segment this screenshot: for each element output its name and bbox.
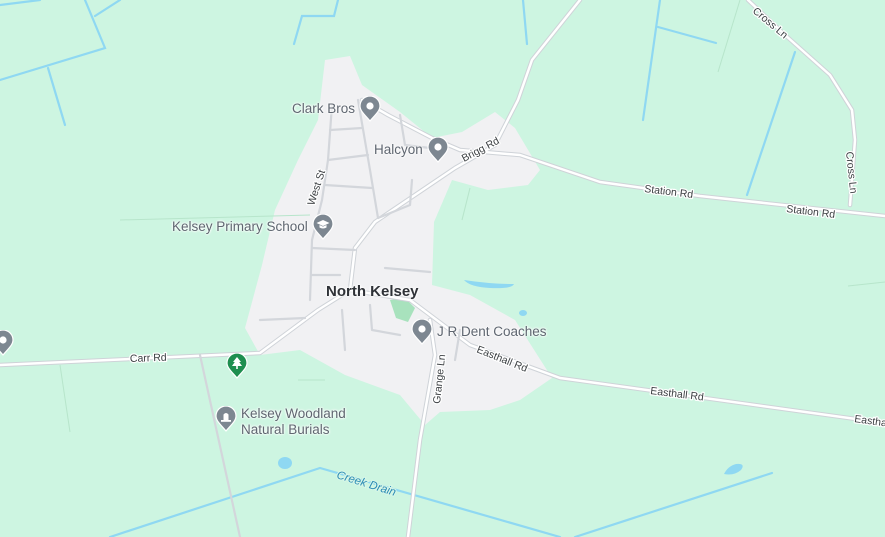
pond	[278, 457, 292, 469]
map-pin-icon	[359, 96, 381, 122]
map-pin-icon	[411, 319, 433, 345]
poi-label: Halcyon	[374, 142, 423, 157]
map-canvas[interactable]: Cross Ln Cross Ln Brigg Rd Station Rd St…	[0, 0, 885, 537]
land-area	[0, 0, 885, 537]
poi-label: Kelsey Woodland Natural Burials	[241, 406, 346, 437]
poi-jr-dent-coaches[interactable]: J R Dent Coaches	[411, 319, 547, 345]
poi-label: J R Dent Coaches	[437, 324, 547, 339]
pond	[519, 310, 527, 316]
place-label-north-kelsey[interactable]: North Kelsey	[326, 283, 419, 300]
map-pin-icon	[427, 137, 449, 163]
map-base-layer: Cross Ln Cross Ln Brigg Rd Station Rd St…	[0, 0, 885, 537]
poi-park[interactable]	[226, 353, 248, 379]
poi-kelsey-woodland-natural-burials[interactable]: Kelsey Woodland Natural Burials	[215, 406, 346, 438]
poi-clark-bros[interactable]: Clark Bros	[292, 96, 381, 122]
cemetery-icon	[215, 406, 237, 432]
road-label-carr-rd: Carr Rd	[130, 352, 167, 365]
map-pin-icon	[0, 330, 14, 356]
poi-offscreen-left[interactable]	[0, 330, 14, 356]
poi-kelsey-primary-school[interactable]: Kelsey Primary School	[172, 214, 334, 240]
park-tree-icon	[226, 353, 248, 379]
poi-label: Kelsey Primary School	[172, 219, 308, 234]
school-icon	[312, 214, 334, 240]
poi-label: Clark Bros	[292, 101, 356, 116]
poi-halcyon[interactable]: Halcyon	[374, 137, 449, 163]
